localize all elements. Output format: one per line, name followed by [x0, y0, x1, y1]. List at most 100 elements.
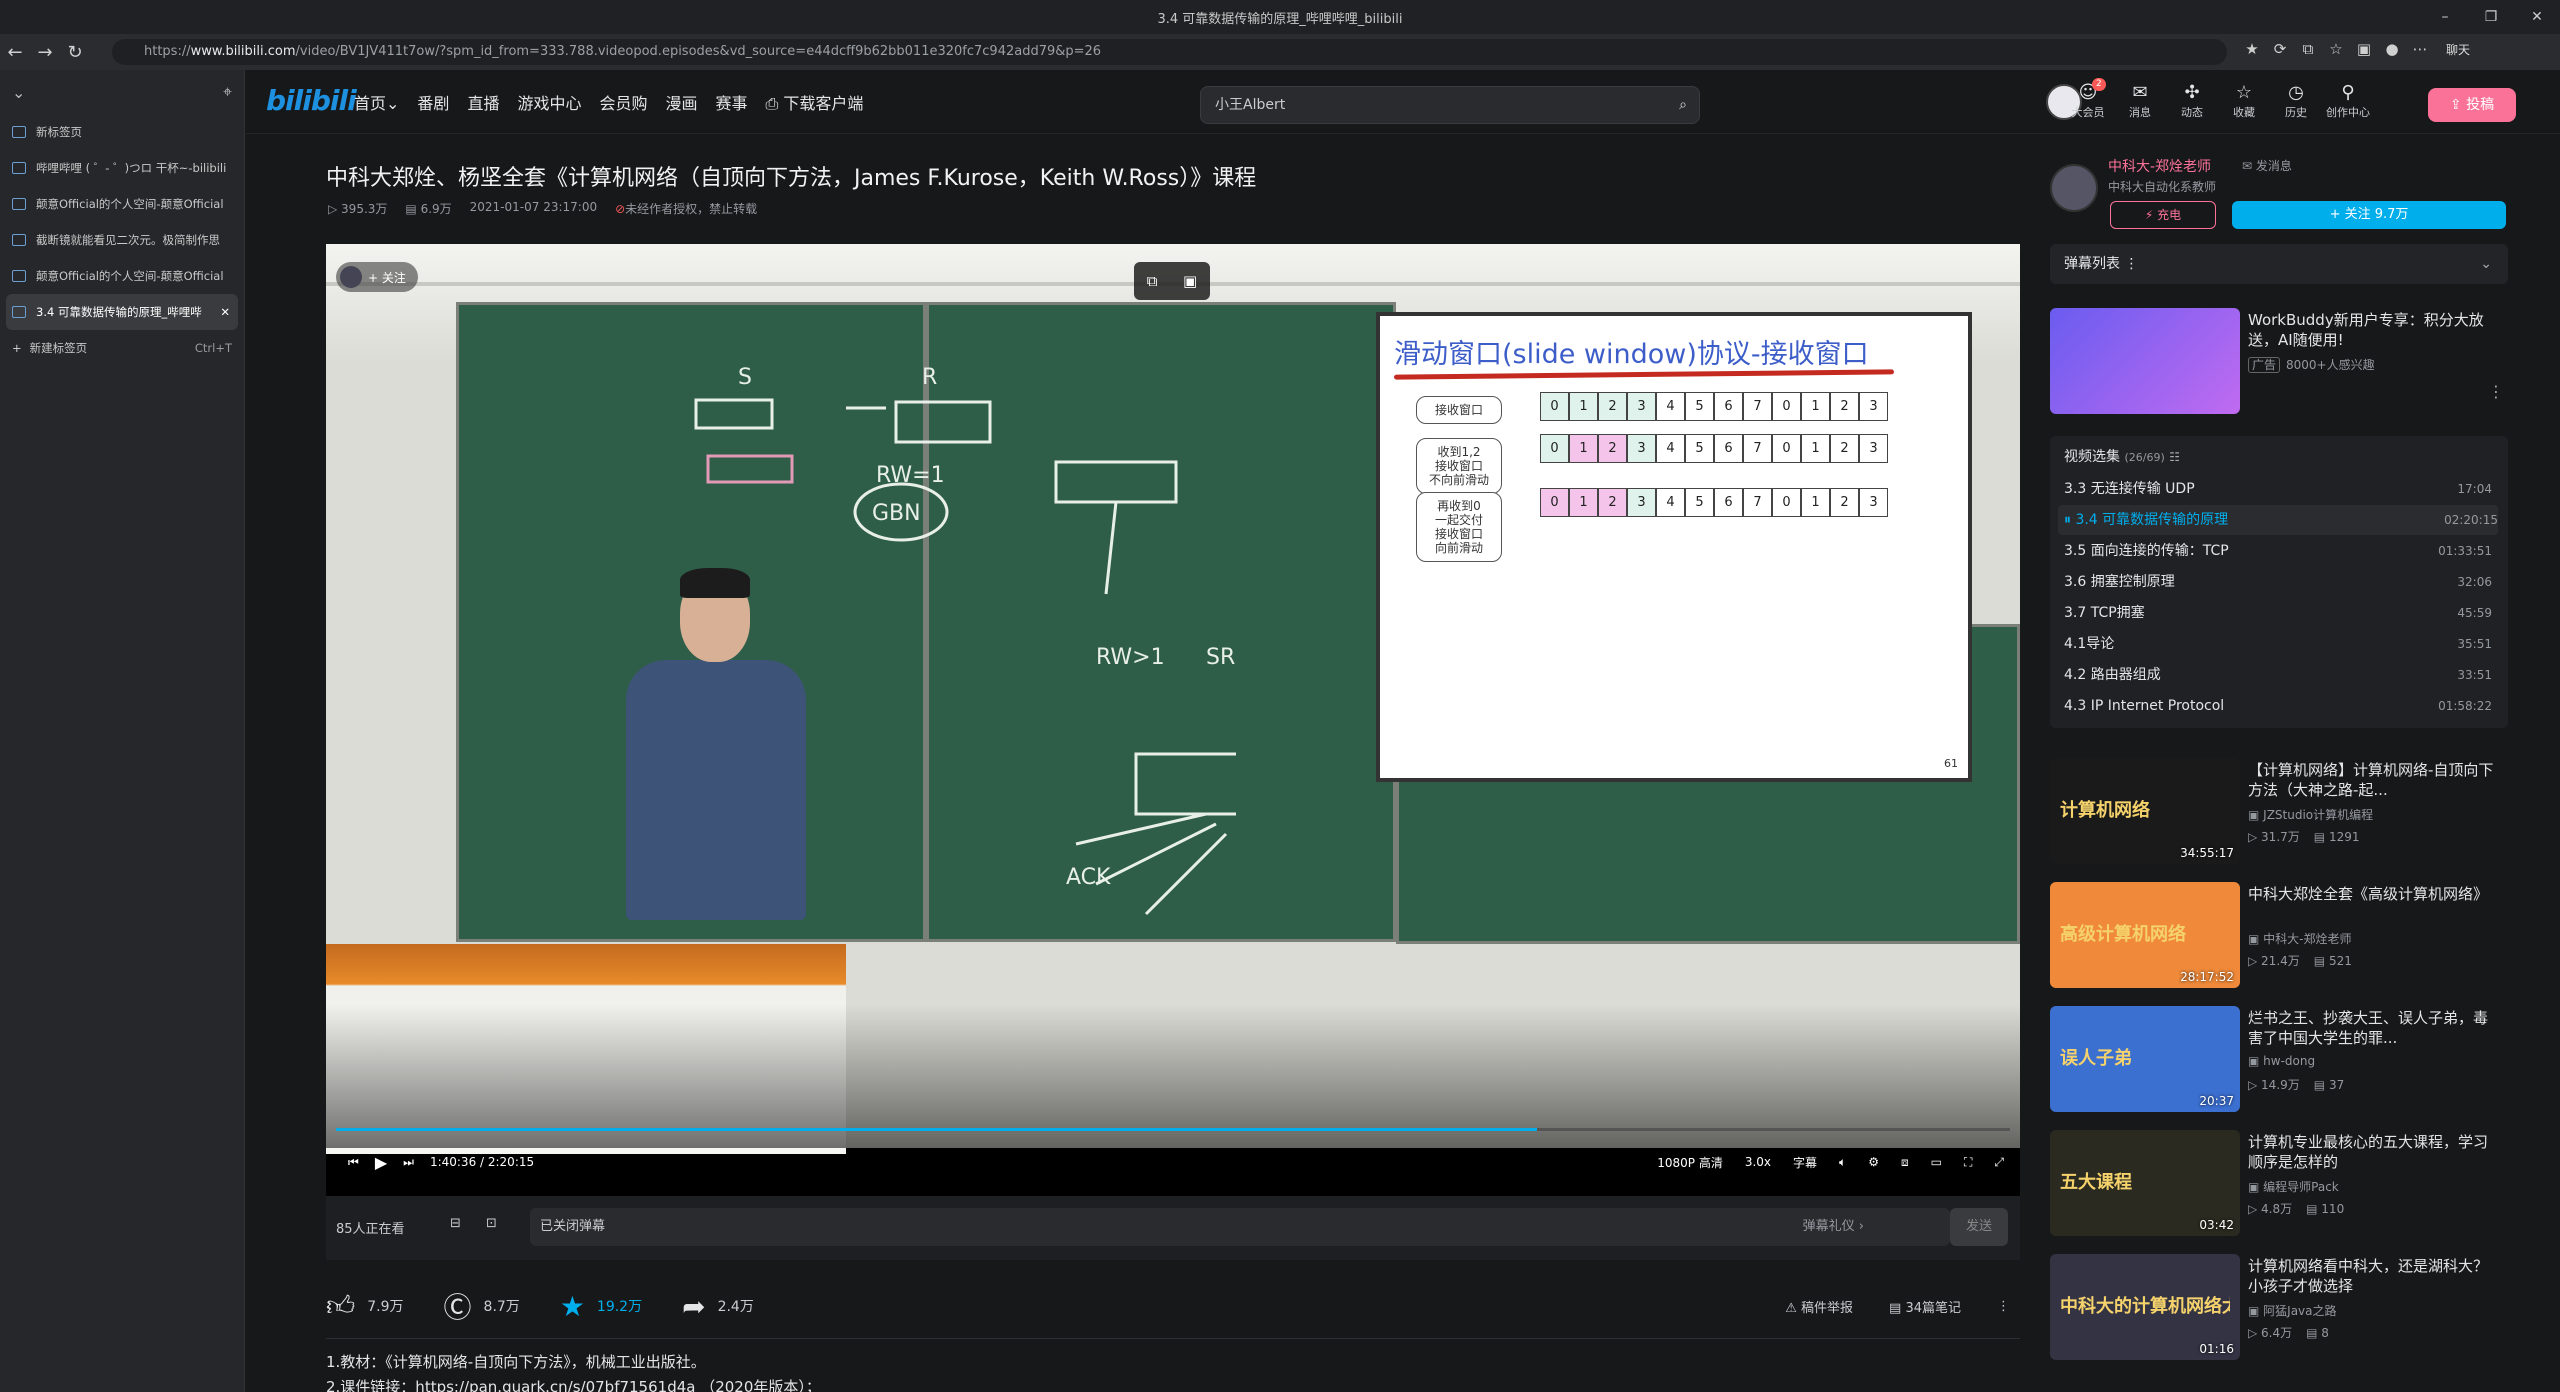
danmaku-etiquette-link[interactable]: 弹幕礼仪 › — [1803, 1208, 1864, 1246]
next-icon[interactable]: ⏭ — [403, 1155, 414, 1170]
url-field[interactable]: https://www.bilibili.com/video/BV1JV411t… — [112, 39, 2227, 65]
webfullscreen-icon[interactable]: ⛶ — [1964, 1155, 1972, 1170]
favorite-button[interactable]: ☆ 收藏 — [2218, 82, 2270, 120]
episode-item[interactable]: 3.6 拥塞控制原理 32:06 — [2064, 567, 2492, 597]
video-player[interactable]: S R RW=1 GBN RW>1 SR ACK 滑动窗口(slide wind… — [326, 244, 2020, 1260]
subtitle-button[interactable]: 字幕 — [1793, 1154, 1817, 1171]
pip-toggle-icon[interactable]: ⧈ — [1901, 1155, 1909, 1170]
desc-line-2[interactable]: 2.课件链接：https://pan.quark.cn/s/07bf71561d… — [326, 1375, 821, 1392]
recommended-video[interactable]: 误人子弟 20:37 烂书之王、抄袭大王、误人子弟，毒害了中国大学生的罪... ▣ h… — [2050, 1006, 2508, 1116]
tab-item[interactable]: 颠意Official的个人空间-颠意Official — [0, 186, 244, 222]
split-icon[interactable]: ⧉ — [2294, 40, 2322, 58]
send-message-link[interactable]: ✉ 发消息 — [2242, 157, 2292, 174]
ad-more-icon[interactable]: ⋮ — [2488, 382, 2504, 401]
fullscreen-icon[interactable]: ⤢ — [1994, 1155, 2004, 1170]
tab-item[interactable]: 哔哩哔哩 ( ゜- ゜)つロ 干杯~-bilibili — [0, 150, 244, 186]
nav-link[interactable]: 番剧 — [417, 90, 449, 114]
recommended-video[interactable]: 计算机网络 34:55:17 【计算机网络】计算机网络-自顶向下方法（大神之路-起.… — [2050, 758, 2508, 868]
history-button[interactable]: ◷ 历史 — [2270, 82, 2322, 120]
danmaku-list-toggle[interactable]: 弹幕列表 ⋮ ⌄ — [2050, 244, 2508, 284]
extension-icon[interactable]: ⟳ — [2266, 40, 2294, 58]
search-input[interactable]: 小王Albert ⌕ — [1200, 86, 1700, 124]
danmaku-send-button[interactable]: 发送 — [1950, 1208, 2008, 1246]
maximize-button[interactable]: ❐ — [2468, 0, 2514, 34]
creator-button[interactable]: ⚲ 创作中心 — [2322, 82, 2374, 120]
share-button[interactable]: ➦ 2.4万 — [682, 1290, 754, 1323]
recommended-video[interactable]: 中科大的计算机网络太长了 01:16 计算机网络看中科大，还是湖科大？小孩子才做选择… — [2050, 1254, 2508, 1364]
forward-icon[interactable]: → — [30, 42, 60, 63]
episode-item[interactable]: ⏸ 3.4 可靠数据传输的原理 02:20:15 — [2058, 505, 2498, 535]
widescreen-icon[interactable]: ▭ — [1931, 1155, 1942, 1169]
danmaku-toggle-icon[interactable]: ⊟ — [450, 1216, 461, 1231]
nav-link[interactable]: 赛事 — [716, 90, 748, 114]
ad-card[interactable]: WorkBuddy新用户专享：积分大放送，AI随便用! 广告 8000+人感兴趣 … — [2050, 308, 2508, 418]
coin-button[interactable]: Ⓒ 8.7万 — [444, 1286, 520, 1326]
charge-button[interactable]: ⚡ 充电 — [2110, 201, 2216, 229]
reload-icon[interactable]: ↻ — [60, 42, 90, 63]
pin-icon[interactable]: ⌖ — [223, 82, 232, 102]
more-actions-icon[interactable]: ⋮ — [1997, 1299, 2010, 1314]
report-button[interactable]: ⚠ 稿件举报 — [1785, 1297, 1853, 1316]
uploader-name[interactable]: 中科大-郑烇老师 — [2108, 156, 2211, 176]
screenshot-icon[interactable]: ⧉ — [1147, 272, 1158, 290]
speed-selector[interactable]: 3.0x — [1745, 1155, 1771, 1169]
board-gbn: GBN — [872, 501, 921, 526]
quality-selector[interactable]: 1080P 高清 — [1657, 1154, 1723, 1171]
nav-link[interactable]: 会员购 — [599, 90, 647, 114]
collapse-chevron-icon[interactable]: ⌄ — [12, 83, 25, 102]
bookmark-star-icon[interactable]: ★ — [2238, 40, 2266, 58]
episode-label: 4.2 路由器组成 — [2064, 667, 2161, 683]
copilot-button[interactable]: 聊天 — [2446, 41, 2470, 58]
video-actions: 👍︎ 7.9万 Ⓒ 8.7万 ★ 19.2万 ➦ 2.4万 ⚠ 稿件举报 ▤ 34篇笔记… — [326, 1282, 2020, 1330]
favorite-button[interactable]: ★ 19.2万 — [560, 1290, 642, 1323]
notes-icon: ▤ — [1889, 1300, 1906, 1316]
notes-button[interactable]: ▤ 34篇笔记 — [1889, 1297, 1961, 1316]
tab-item[interactable]: 截断镜就能看见二次元。极简制作思 — [0, 222, 244, 258]
play-icon: ▷ — [2248, 1202, 2262, 1216]
upload-button[interactable]: ⇪ 投稿 — [2428, 88, 2516, 122]
episode-item[interactable]: 3.7 TCP拥塞 45:59 — [2064, 598, 2492, 628]
episode-item[interactable]: 4.3 IP Internet Protocol 01:58:22 — [2064, 691, 2492, 721]
new-tab-button[interactable]: + 新建标签页 Ctrl+T — [0, 330, 244, 366]
nav-link[interactable]: 首页⌄ — [354, 90, 399, 114]
message-button[interactable]: 2 ✉ 消息 — [2092, 78, 2166, 120]
prev-icon[interactable]: ⏮ — [348, 1155, 359, 1170]
uploader-avatar[interactable] — [2050, 164, 2098, 212]
minimize-button[interactable]: – — [2422, 0, 2468, 34]
volume-icon[interactable]: 🔈︎ — [1839, 1155, 1846, 1170]
settings-icon[interactable]: ⚙ — [1868, 1155, 1879, 1169]
episode-item[interactable]: 3.3 无连接传输 UDP 17:04 — [2064, 474, 2492, 504]
search-icon[interactable]: ⌕ — [1679, 87, 1687, 123]
tab-item[interactable]: 新标签页 — [0, 114, 244, 150]
episode-item[interactable]: 3.5 面向连接的传输：TCP 01:33:51 — [2064, 536, 2492, 566]
more-icon[interactable]: ⋯ — [2406, 40, 2434, 58]
favorites-icon[interactable]: ☆ — [2322, 40, 2350, 58]
list-view-icon[interactable]: ☷ — [2169, 450, 2180, 464]
tab-item[interactable]: 颠意Official的个人空间-颠意Official — [0, 258, 244, 294]
close-tab-icon[interactable]: ✕ — [220, 305, 230, 319]
nav-link[interactable]: 漫画 — [665, 90, 697, 114]
profile-avatar[interactable]: ● — [2378, 40, 2406, 58]
progress-bar[interactable] — [336, 1128, 2010, 1131]
nav-link[interactable]: ⎙ 下载客户端 — [766, 90, 864, 114]
dynamic-button[interactable]: ✣ 动态 — [2166, 82, 2218, 120]
episode-item[interactable]: 4.1导论 35:51 — [2064, 629, 2492, 659]
like-button[interactable]: 👍︎ 7.9万 — [326, 1289, 404, 1323]
danmaku-settings-icon[interactable]: ⊡ — [486, 1216, 497, 1231]
back-icon[interactable]: ← — [0, 42, 30, 63]
recommended-video[interactable]: 高级计算机网络 28:17:52 中科大郑烇全套《高级计算机网络》 ▣ 中科大-郑烇老… — [2050, 882, 2508, 992]
nav-link[interactable]: 游戏中心 — [517, 90, 581, 114]
recommended-video[interactable]: 五大课程 03:42 计算机专业最核心的五大课程，学习顺序是怎样的 ▣ 编程导师Pac… — [2050, 1130, 2508, 1240]
nav-link[interactable]: 直播 — [467, 90, 499, 114]
collections-icon[interactable]: ▣ — [2350, 40, 2378, 58]
episode-item[interactable]: 4.2 路由器组成 33:51 — [2064, 660, 2492, 690]
close-button[interactable]: ✕ — [2514, 0, 2560, 34]
follow-button[interactable]: + 关注 9.7万 — [2232, 201, 2506, 229]
bilibili-logo[interactable]: bilibili — [266, 84, 357, 117]
play-pause-icon[interactable]: ▶ — [375, 1153, 387, 1172]
pip-icon[interactable]: ▣ — [1183, 272, 1197, 290]
follow-chip[interactable]: + 关注 — [336, 262, 418, 292]
vip-button[interactable]: ☺ 大会员 — [2062, 82, 2114, 120]
danmaku-input[interactable]: 已关闭弹幕 弹幕礼仪 › — [530, 1208, 1950, 1246]
tab-item[interactable]: 3.4 可靠数据传输的原理_哔哩哔 ✕ — [6, 294, 238, 330]
